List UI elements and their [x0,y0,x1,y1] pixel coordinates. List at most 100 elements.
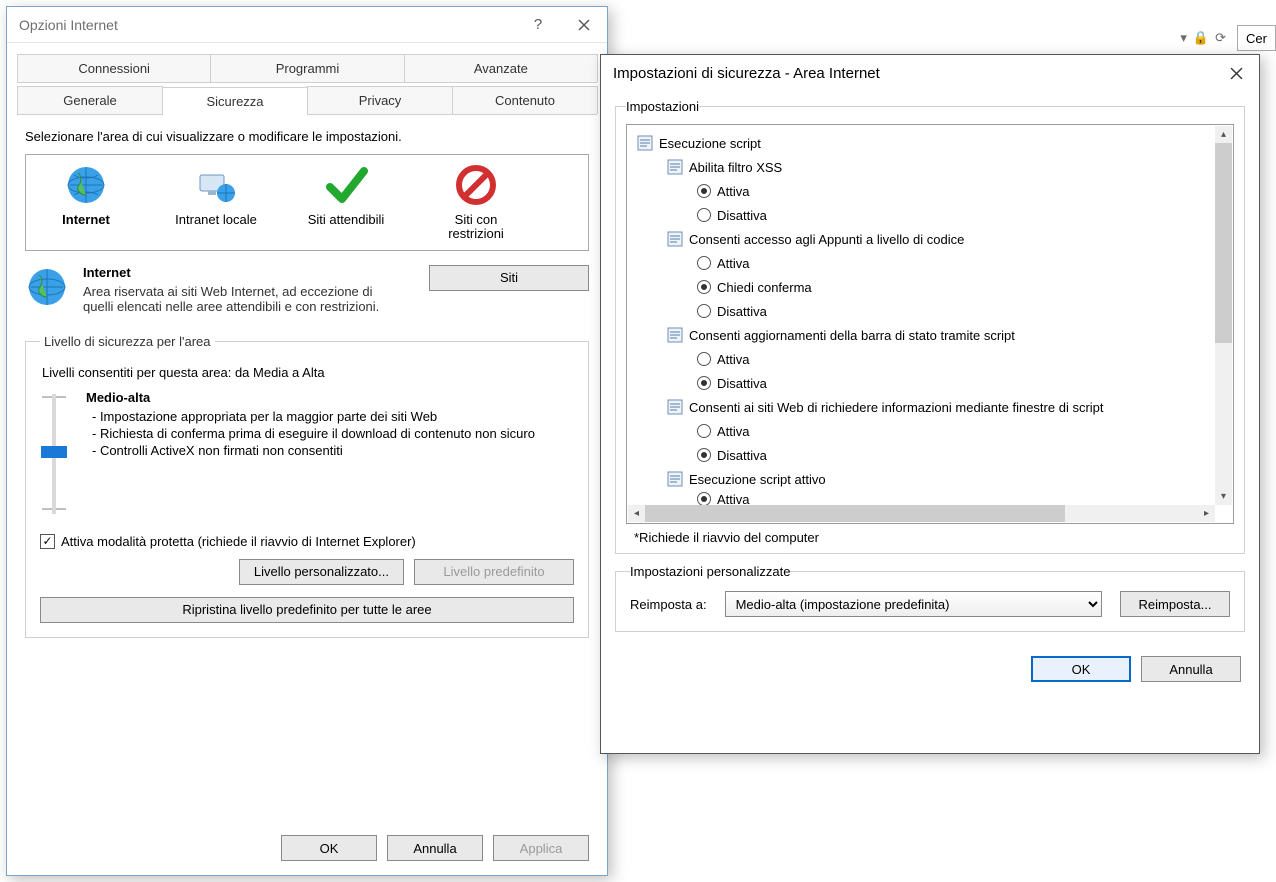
check-icon [324,163,368,207]
tree-label: Consenti aggiornamenti della barra di st… [689,328,1015,343]
slider-thumb[interactable] [41,446,67,458]
zone-internet[interactable]: Internet [36,163,136,242]
radio-icon [697,304,711,318]
level-bullet: - Controlli ActiveX non firmati non cons… [92,443,535,458]
tree-option[interactable]: Attiva [633,347,1227,371]
zone-body: Area riservata ai siti Web Internet, ad … [83,284,383,314]
security-level-slider[interactable] [40,390,68,520]
tree-option[interactable]: Attiva [633,179,1227,203]
tree-label: Consenti accesso agli Appunti a livello … [689,232,964,247]
restore-all-button[interactable]: Ripristina livello predefinito per tutte… [40,597,574,623]
protected-mode-label: Attiva modalità protetta (richiede il ri… [61,534,416,549]
radio-icon [697,352,711,366]
browser-search-box[interactable]: Cer [1237,25,1276,51]
restart-note: *Richiede il riavvio del computer [634,530,1232,545]
scroll-up-icon[interactable]: ▴ [1215,126,1232,143]
radio-icon [697,208,711,222]
radio-icon [697,280,711,294]
level-bullet: - Impostazione appropriata per la maggio… [92,409,535,424]
tree-group: Consenti ai siti Web di richiedere infor… [633,395,1227,419]
option-label: Attiva [717,184,750,199]
tab-connections[interactable]: Connessioni [17,54,211,82]
protected-mode-checkbox[interactable]: ✓ Attiva modalità protetta (richiede il … [40,534,574,549]
tree-option[interactable]: Disattiva [633,443,1227,467]
refresh-icon[interactable]: ⟳ [1215,30,1226,46]
tabs-container: Connessioni Programmi Avanzate Generale … [7,43,607,115]
zone-trusted[interactable]: Siti attendibili [296,163,396,242]
dialog-buttons: OK Annulla Applica [281,835,589,861]
zone-intranet[interactable]: Intranet locale [166,163,266,242]
custom-settings-group: Impostazioni personalizzate Reimposta a:… [615,564,1245,632]
tab-privacy[interactable]: Privacy [307,86,453,114]
zone-description: Internet Area riservata ai siti Web Inte… [25,265,589,314]
option-label: Disattiva [717,448,767,463]
close-button[interactable] [561,7,607,43]
scroll-right-icon[interactable]: ▸ [1198,505,1215,522]
horizontal-scrollbar[interactable]: ◂ ▸ [628,505,1215,522]
option-label: Attiva [717,352,750,367]
ok-button[interactable]: OK [281,835,377,861]
browser-toolbar-icons: ▾ 🔒 ⟳ [1180,30,1226,46]
tab-programs[interactable]: Programmi [210,54,404,82]
restricted-icon [454,163,498,207]
radio-icon [697,492,711,506]
chevron-down-icon[interactable]: ▾ [1180,30,1187,46]
cancel-button[interactable]: Annulla [1141,656,1241,682]
script-icon [667,399,683,415]
checkbox-icon: ✓ [40,534,55,549]
settings-group: Impostazioni Esecuzione script Abilita f… [615,99,1245,554]
scrollbar-thumb[interactable] [1215,143,1232,343]
tree-option[interactable]: Disattiva [633,299,1227,323]
search-text: Cer [1246,31,1267,46]
zone-prompt: Selezionare l'area di cui visualizzare o… [25,129,589,144]
option-label: Disattiva [717,208,767,223]
tree-group: Consenti accesso agli Appunti a livello … [633,227,1227,251]
sites-button[interactable]: Siti [429,265,589,291]
tree-option[interactable]: Disattiva [633,371,1227,395]
dialog-title: Opzioni Internet [19,17,118,33]
tree-option[interactable]: Disattiva [633,203,1227,227]
reset-level-select[interactable]: Medio-alta (impostazione predefinita) [725,591,1102,617]
tab-advanced[interactable]: Avanzate [404,54,598,82]
default-level-button[interactable]: Livello predefinito [414,559,574,585]
tree-option[interactable]: Attiva [633,251,1227,275]
tab-security[interactable]: Sicurezza [162,87,308,115]
tree-group: Abilita filtro XSS [633,155,1227,179]
script-icon [667,471,683,487]
vertical-scrollbar[interactable]: ▴ ▾ [1215,126,1232,505]
zone-label: Siti con restrizioni [426,213,526,242]
option-label: Attiva [717,424,750,439]
scroll-left-icon[interactable]: ◂ [628,505,645,522]
scrollbar-thumb[interactable] [645,505,1065,522]
tree-group: Consenti aggiornamenti della barra di st… [633,323,1227,347]
tree-group: Esecuzione script attivo [633,467,1227,491]
globe-icon [25,265,69,309]
tab-content[interactable]: Contenuto [452,86,598,114]
zone-restricted[interactable]: Siti con restrizioni [426,163,526,242]
script-icon [637,135,653,151]
zone-label: Internet [62,213,110,227]
tree-option[interactable]: Chiedi conferma [633,275,1227,299]
tree-label: Esecuzione script attivo [689,472,826,487]
help-button[interactable]: ? [515,7,561,43]
apply-button[interactable]: Applica [493,835,589,861]
tab-general[interactable]: Generale [17,86,163,114]
settings-tree[interactable]: Esecuzione script Abilita filtro XSS Att… [626,124,1234,524]
reset-button[interactable]: Reimposta... [1120,591,1230,617]
option-label: Disattiva [717,304,767,319]
security-settings-dialog: Impostazioni di sicurezza - Area Interne… [600,54,1260,754]
dialog-title: Impostazioni di sicurezza - Area Interne… [613,65,880,82]
security-panel: Selezionare l'area di cui visualizzare o… [7,115,607,648]
cancel-button[interactable]: Annulla [387,835,483,861]
lock-icon[interactable]: 🔒 [1193,30,1209,46]
ok-button[interactable]: OK [1031,656,1131,682]
tree-label: Esecuzione script [659,136,761,151]
tree-option[interactable]: Attiva [633,419,1227,443]
level-name: Medio-alta [86,390,535,405]
zone-list: Internet Intranet locale Siti attendibil… [25,154,589,251]
scroll-down-icon[interactable]: ▾ [1215,488,1232,505]
custom-level-button[interactable]: Livello personalizzato... [239,559,404,585]
close-button[interactable] [1213,55,1259,91]
custom-legend: Impostazioni personalizzate [630,564,790,579]
script-icon [667,327,683,343]
